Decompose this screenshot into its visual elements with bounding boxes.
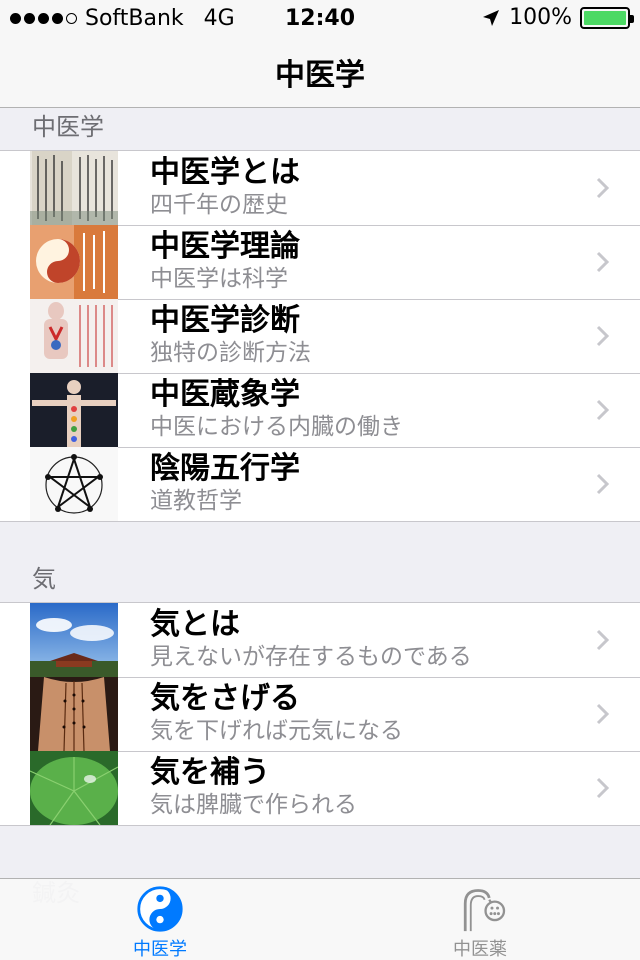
chevron-right-icon <box>596 703 610 725</box>
chevron-right-icon <box>596 629 610 651</box>
row-subtitle: 中医における内臓の働き <box>150 414 403 440</box>
tab-label: 中医薬 <box>453 939 507 960</box>
section-header-label: 気 <box>32 565 56 593</box>
row-title: 陰陽五行学 <box>150 451 300 486</box>
section-header-qi: 気 <box>0 560 640 604</box>
tab-tcm[interactable]: 中医学 <box>0 879 320 960</box>
row-title: 中医学とは <box>150 155 300 190</box>
list-group-tcm: 中医学とは 四千年の歴史 中医学理論 中医学は科学 中医学診断 独特の診断方法 … <box>0 150 640 522</box>
herb-mortar-icon <box>463 889 506 932</box>
row-subtitle: 中医学は科学 <box>150 266 288 292</box>
row-text: 気を補う 気は脾臓で作られる <box>150 755 357 819</box>
chevron-right-icon <box>596 777 610 799</box>
navigation-bar: 中医学 <box>0 36 640 108</box>
row-subtitle: 独特の診断方法 <box>150 340 311 366</box>
list-item-tcm-intro[interactable]: 中医学とは 四千年の歴史 <box>0 151 640 225</box>
list-item-qi-tonify[interactable]: 気を補う 気は脾臓で作られる <box>0 751 640 825</box>
five-elements-thumb <box>30 447 118 521</box>
row-text: 中医蔵象学 中医における内臓の働き <box>150 377 403 441</box>
yin-yang-icon <box>137 886 183 932</box>
row-text: 気とは 見えないが存在するものである <box>150 607 472 671</box>
tab-label: 中医学 <box>133 939 187 960</box>
acupuncture-back-thumb <box>30 677 118 751</box>
battery-icon <box>580 6 634 29</box>
chevron-right-icon <box>596 177 610 199</box>
row-title: 気を補う <box>150 755 270 790</box>
page-title: 中医学 <box>275 57 365 93</box>
row-text: 中医学診断 独特の診断方法 <box>150 303 311 367</box>
row-text: 中医学理論 中医学は科学 <box>150 229 300 293</box>
list-item-tcm-diagnosis[interactable]: 中医学診断 独特の診断方法 <box>0 299 640 373</box>
anatomy-chart-thumb <box>30 299 118 373</box>
row-subtitle: 気は脾臓で作られる <box>150 792 357 818</box>
row-subtitle: 気を下げれば元気になる <box>150 718 403 744</box>
row-text: 気をさげる 気を下げれば元気になる <box>150 681 403 745</box>
row-text: 陰陽五行学 道教哲学 <box>150 451 300 515</box>
row-title: 中医学診断 <box>150 303 300 338</box>
yin-yang-scroll-thumb <box>30 225 118 299</box>
list-item-tcm-organs[interactable]: 中医蔵象学 中医における内臓の働き <box>0 373 640 447</box>
row-title: 中医学理論 <box>150 229 300 264</box>
row-title: 気とは <box>150 607 240 642</box>
row-subtitle: 四千年の歴史 <box>150 192 288 218</box>
list-item-qi-intro[interactable]: 気とは 見えないが存在するものである <box>0 603 640 677</box>
battery-percent: 100% <box>509 5 572 30</box>
chevron-right-icon <box>596 473 610 495</box>
list-item-tcm-theory[interactable]: 中医学理論 中医学は科学 <box>0 225 640 299</box>
section-header-label: 中医学 <box>32 113 104 141</box>
ancient-text-thumb <box>30 151 118 225</box>
row-title: 気をさげる <box>150 681 300 716</box>
row-subtitle: 見えないが存在するものである <box>150 644 472 670</box>
chevron-right-icon <box>596 399 610 421</box>
row-title: 中医蔵象学 <box>150 377 300 412</box>
status-right: 100% <box>481 5 634 30</box>
sky-temple-thumb <box>30 603 118 677</box>
battery-level <box>584 10 626 25</box>
tab-bar: 中医学 中医薬 <box>0 878 640 960</box>
body-meridian-thumb <box>30 373 118 447</box>
location-arrow-icon <box>483 9 500 26</box>
list-item-qi-lower[interactable]: 気をさげる 気を下げれば元気になる <box>0 677 640 751</box>
lotus-leaf-thumb <box>30 751 118 825</box>
section-header-tcm: 中医学 <box>0 108 640 152</box>
row-text: 中医学とは 四千年の歴史 <box>150 155 300 219</box>
list-item-five-elements[interactable]: 陰陽五行学 道教哲学 <box>0 447 640 521</box>
chevron-right-icon <box>596 251 610 273</box>
list-group-qi: 気とは 見えないが存在するものである 気をさげる 気を下げれば元気になる 気を補… <box>0 602 640 826</box>
status-bar: SoftBank 4G 12:40 100% <box>0 0 640 36</box>
chevron-right-icon <box>596 325 610 347</box>
tab-herbal-medicine[interactable]: 中医薬 <box>320 879 640 960</box>
row-subtitle: 道教哲学 <box>150 488 242 514</box>
